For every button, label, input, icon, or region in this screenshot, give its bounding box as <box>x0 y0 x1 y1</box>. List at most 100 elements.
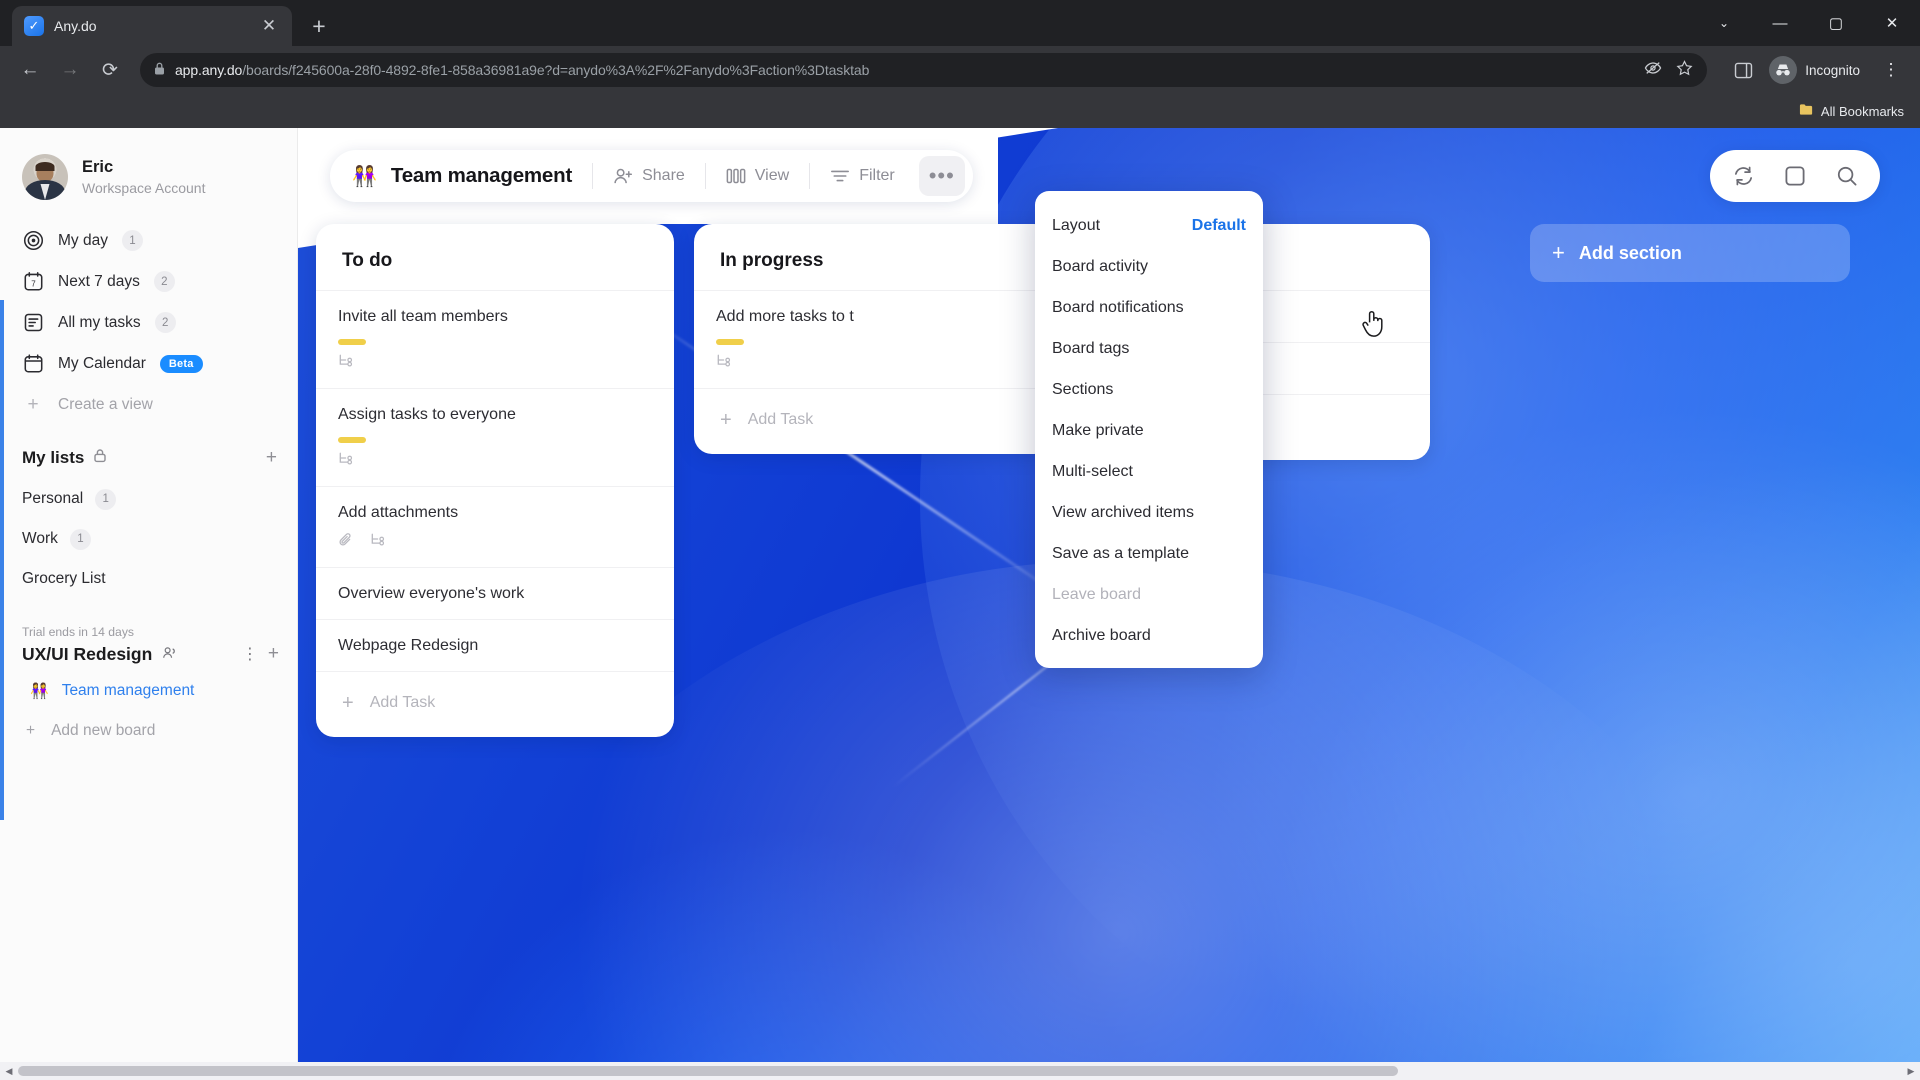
menu-item-board-activity[interactable]: Board activity <box>1035 246 1263 287</box>
new-tab-button[interactable]: + <box>302 9 336 43</box>
menu-item-board-notifications[interactable]: Board notifications <box>1035 287 1263 328</box>
menu-item-label: Board activity <box>1052 257 1149 275</box>
close-icon[interactable]: ✕ <box>258 15 280 37</box>
address-bar[interactable]: app.any.do/boards/f245600a-28f0-4892-8fe… <box>140 53 1708 87</box>
menu-item-view-archived-items[interactable]: View archived items <box>1035 492 1263 533</box>
menu-item-save-as-template[interactable]: Save as a template <box>1035 533 1263 574</box>
menu-item-sections[interactable]: Sections <box>1035 369 1263 410</box>
sidebar-item-grocery-list[interactable]: Grocery List <box>0 559 297 599</box>
maximize-button[interactable]: ▢ <box>1808 0 1864 46</box>
menu-item-archive-board[interactable]: Archive board <box>1035 615 1263 656</box>
horizontal-scrollbar[interactable]: ◀ ▶ <box>0 1062 1920 1080</box>
forward-icon[interactable]: → <box>52 52 88 88</box>
add-new-board-button[interactable]: + Add new board <box>0 711 297 751</box>
add-task-button[interactable]: + Add Task <box>316 670 674 723</box>
add-task-label: Add Task <box>369 694 436 712</box>
close-window-button[interactable]: ✕ <box>1864 0 1920 46</box>
browser-tab[interactable]: ✓ Any.do ✕ <box>12 6 292 46</box>
create-view-button[interactable]: + Create a view <box>0 384 297 425</box>
task-card[interactable]: Add attachments <box>316 485 674 568</box>
list-icon <box>22 312 44 334</box>
add-list-button[interactable]: + <box>266 447 277 469</box>
share-button[interactable]: Share <box>593 156 705 196</box>
reload-icon[interactable]: ⟳ <box>92 52 128 88</box>
sidebar-item-all-my-tasks[interactable]: All my tasks 2 <box>0 302 297 343</box>
svg-text:7: 7 <box>31 279 36 288</box>
task-meta-icons <box>338 452 652 472</box>
all-bookmarks-button[interactable]: All Bookmarks <box>1799 103 1904 119</box>
sidebar-item-personal[interactable]: Personal 1 <box>0 479 297 519</box>
attachment-icon <box>338 532 354 553</box>
user-profile[interactable]: Eric Workspace Account <box>0 138 297 214</box>
board-column-todo: To do Invite all team members Assign tas… <box>316 224 674 737</box>
scrollbar-thumb[interactable] <box>18 1066 1398 1076</box>
scroll-left-arrow[interactable]: ◀ <box>0 1062 18 1080</box>
window-controls: ⌄ — ▢ ✕ <box>1696 0 1920 46</box>
task-card[interactable]: Webpage Redesign <box>316 619 674 671</box>
workspace-more-icon[interactable]: ⋮ <box>242 644 258 664</box>
plus-icon: + <box>342 691 354 714</box>
plus-icon: + <box>1552 240 1565 265</box>
sidebar-item-team-management[interactable]: 👭 Team management <box>0 671 297 711</box>
user-name: Eric <box>82 158 114 177</box>
subtask-icon <box>338 354 355 374</box>
minimize-button[interactable]: — <box>1752 0 1808 46</box>
board-label: Team management <box>61 682 195 699</box>
bookmark-star-icon[interactable] <box>1676 60 1693 80</box>
tab-title: Any.do <box>54 18 97 34</box>
menu-item-value: Default <box>1191 216 1246 234</box>
square-icon[interactable] <box>1772 156 1818 196</box>
menu-item-make-private[interactable]: Make private <box>1035 410 1263 451</box>
task-card[interactable]: Overview everyone's work <box>316 567 674 619</box>
people-icon[interactable] <box>162 646 177 663</box>
column-title: To do <box>342 250 393 271</box>
add-task-label: Add Task <box>747 411 814 429</box>
search-icon[interactable] <box>1824 156 1870 196</box>
person-add-icon <box>613 167 633 186</box>
count-badge: 1 <box>121 230 143 251</box>
target-icon <box>22 230 44 252</box>
menu-item-leave-board: Leave board <box>1035 574 1263 615</box>
task-tag <box>716 338 744 345</box>
tab-strip: ✓ Any.do ✕ + ⌄ — ▢ ✕ <box>0 0 1920 46</box>
incognito-profile-button[interactable]: Incognito <box>1765 52 1870 88</box>
menu-item-label: Board tags <box>1052 339 1130 357</box>
task-title: Add attachments <box>338 503 459 521</box>
task-card[interactable]: Add more tasks to t <box>694 290 1052 388</box>
add-task-button[interactable]: + Add Task <box>694 387 1052 440</box>
board-header-toolbar: 👭 Team management Share View Filter ••• <box>330 150 973 202</box>
view-label: View <box>754 167 790 184</box>
task-card[interactable]: Invite all team members <box>316 290 674 388</box>
board-more-options-button[interactable]: ••• <box>918 156 965 196</box>
board-column-in-progress: In progress Add more tasks to t + Add Ta… <box>694 224 1052 454</box>
filter-button[interactable]: Filter <box>810 156 915 196</box>
tracking-protection-icon[interactable] <box>1644 60 1662 80</box>
sidebar-item-my-day[interactable]: My day 1 <box>0 220 297 261</box>
sidebar-item-my-calendar[interactable]: My Calendar Beta <box>0 343 297 384</box>
sync-icon[interactable] <box>1720 156 1766 196</box>
menu-item-layout[interactable]: Layout Default <box>1035 205 1263 246</box>
my-lists-header: My lists + <box>0 425 297 479</box>
menu-item-board-tags[interactable]: Board tags <box>1035 328 1263 369</box>
calendar-icon <box>22 353 44 375</box>
add-section-button[interactable]: + Add section <box>1530 224 1850 282</box>
list-label: Work <box>22 530 58 547</box>
task-card[interactable]: Assign tasks to everyone <box>316 387 674 486</box>
scrollbar-track[interactable] <box>18 1062 1902 1080</box>
board-title-group[interactable]: 👭 Team management <box>352 164 592 189</box>
trial-notice: Trial ends in 14 days <box>22 625 135 639</box>
task-title: Overview everyone's work <box>338 585 525 603</box>
view-button[interactable]: View <box>706 156 809 196</box>
workspace-add-button[interactable]: + <box>268 643 279 665</box>
menu-item-multi-select[interactable]: Multi-select <box>1035 451 1263 492</box>
sidebar-item-work[interactable]: Work 1 <box>0 519 297 559</box>
scroll-right-arrow[interactable]: ▶ <box>1902 1062 1920 1080</box>
back-icon[interactable]: ← <box>12 52 48 88</box>
menu-item-label: Save as a template <box>1052 544 1189 562</box>
chevron-down-icon[interactable]: ⌄ <box>1696 0 1752 46</box>
browser-menu-icon[interactable]: ⋮ <box>1874 53 1908 87</box>
side-panel-icon[interactable] <box>1725 52 1761 88</box>
filter-icon <box>830 168 850 184</box>
workspace-row[interactable]: UX/UI Redesign ⋮ + <box>0 639 297 671</box>
sidebar-item-next-7-days[interactable]: 7 Next 7 days 2 <box>0 261 297 302</box>
